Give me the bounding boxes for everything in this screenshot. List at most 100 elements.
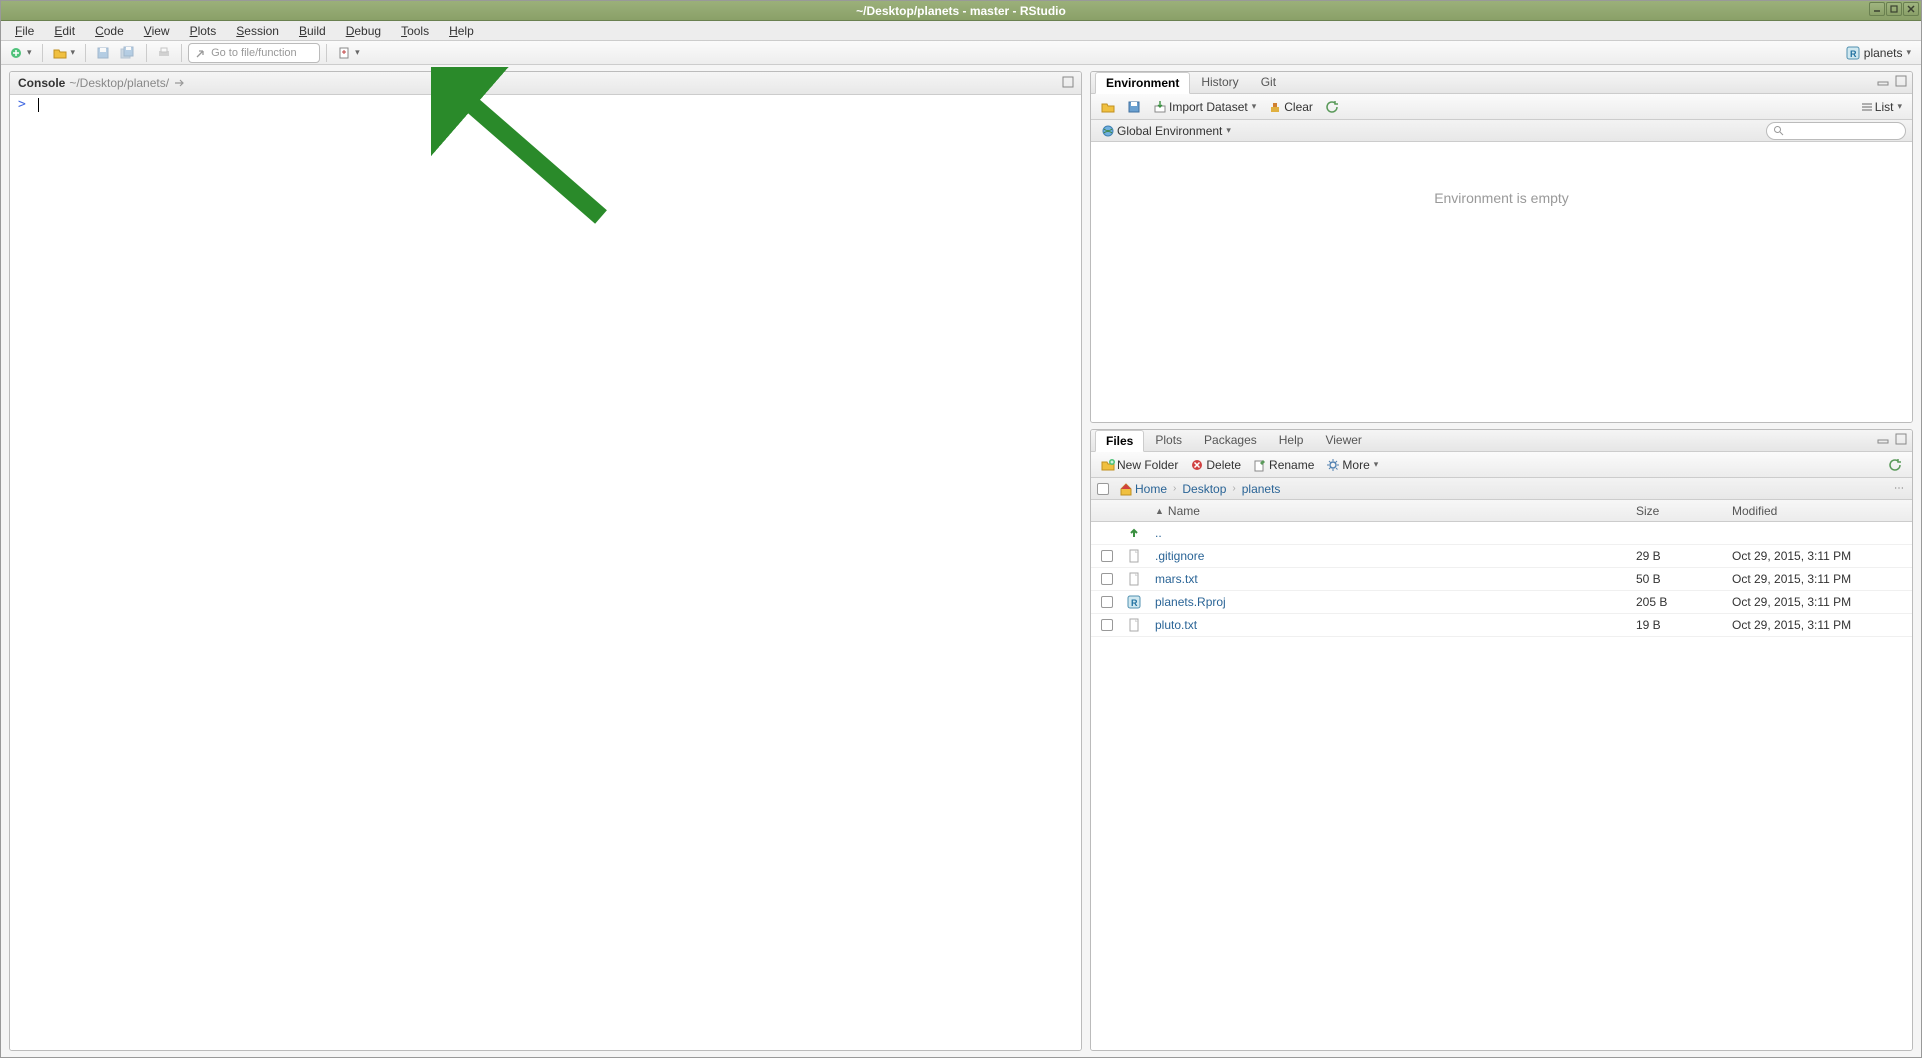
new-folder-button[interactable]: New Folder [1097,455,1182,475]
maximize-pane-icon[interactable] [1894,432,1908,446]
globe-icon [1101,124,1115,138]
import-dataset-button[interactable]: Import Dataset [1149,97,1260,117]
open-file-button[interactable] [49,43,80,63]
delete-button[interactable]: Delete [1186,455,1245,475]
menubar: File Edit Code View Plots Session Build … [1,21,1921,41]
menu-session[interactable]: Session [228,22,287,40]
rproj-icon: R [1846,46,1860,60]
file-icon [1127,618,1155,632]
file-checkbox[interactable] [1101,619,1113,631]
window-title: ~/Desktop/planets - master - RStudio [856,4,1066,18]
tab-environment[interactable]: Environment [1095,72,1190,94]
file-name[interactable]: pluto.txt [1155,618,1197,632]
minimize-button[interactable] [1869,2,1885,16]
menu-file[interactable]: File [7,22,42,40]
goto-file-placeholder: Go to file/function [211,47,297,59]
goto-arrow-icon [195,47,207,59]
file-size: 29 B [1636,549,1732,563]
maximize-button[interactable] [1886,2,1902,16]
file-row[interactable]: pluto.txt19 BOct 29, 2015, 3:11 PM [1091,614,1912,637]
separator [42,44,43,62]
addins-button[interactable] [333,43,364,63]
home-icon[interactable] [1119,482,1133,496]
maximize-pane-icon[interactable] [1061,75,1075,89]
breadcrumb-desktop[interactable]: Desktop [1182,482,1226,496]
refresh-files-button[interactable] [1884,455,1906,475]
tab-history[interactable]: History [1190,71,1249,93]
separator [146,44,147,62]
file-checkbox[interactable] [1101,573,1113,585]
close-button[interactable] [1903,2,1919,16]
load-workspace-button[interactable] [1097,97,1119,117]
rename-button[interactable]: Rename [1249,455,1318,475]
tab-packages[interactable]: Packages [1193,429,1268,451]
tab-git[interactable]: Git [1250,71,1287,93]
tab-files[interactable]: Files [1095,430,1144,452]
list-view-button[interactable]: List [1857,97,1906,117]
separator [326,44,327,62]
project-name: planets [1864,46,1903,60]
env-search-input[interactable] [1766,122,1906,140]
clear-button[interactable]: Clear [1264,97,1317,117]
file-modified: Oct 29, 2015, 3:11 PM [1732,549,1912,563]
goto-file-input[interactable]: Go to file/function [188,43,320,63]
file-modified: Oct 29, 2015, 3:11 PM [1732,595,1912,609]
scope-selector[interactable]: Global Environment [1097,121,1235,141]
main-toolbar: Go to file/function R planets ▾ [1,41,1921,65]
file-size: 50 B [1636,572,1732,586]
tab-help[interactable]: Help [1268,429,1315,451]
file-icon: R [1127,595,1155,609]
col-size[interactable]: Size [1636,504,1732,518]
files-panel: Files Plots Packages Help Viewer New Fol… [1090,429,1913,1051]
tab-plots[interactable]: Plots [1144,429,1193,451]
file-row[interactable]: .gitignore 29 BOct 29, 2015, 3:11 PM [1091,545,1912,568]
maximize-pane-icon[interactable] [1894,74,1908,88]
menu-build[interactable]: Build [291,22,334,40]
menu-edit[interactable]: Edit [46,22,83,40]
separator [181,44,182,62]
minimize-pane-icon[interactable] [1876,432,1890,446]
col-modified[interactable]: Modified [1732,504,1912,518]
file-icon [1127,572,1155,586]
menu-tools[interactable]: Tools [393,22,437,40]
save-workspace-button[interactable] [1123,97,1145,117]
file-checkbox[interactable] [1101,596,1113,608]
file-row-up[interactable]: .. [1091,522,1912,545]
file-size: 19 B [1636,618,1732,632]
new-file-button[interactable] [5,43,36,63]
file-icon [1127,549,1155,563]
col-name[interactable]: Name [1168,504,1200,518]
breadcrumb-more-icon[interactable]: ⋯ [1892,482,1906,496]
file-name[interactable]: planets.Rproj [1155,595,1226,609]
env-empty-text: Environment is empty [1091,190,1912,206]
tab-viewer[interactable]: Viewer [1314,429,1372,451]
console-path-arrow-icon[interactable] [173,77,187,89]
save-all-button[interactable] [116,43,140,63]
menu-view[interactable]: View [136,22,178,40]
svg-text:R: R [1850,49,1857,59]
refresh-env-button[interactable] [1321,97,1343,117]
sort-arrow-icon[interactable]: ▲ [1155,506,1164,516]
file-checkbox[interactable] [1101,550,1113,562]
file-name[interactable]: mars.txt [1155,572,1198,586]
minimize-pane-icon[interactable] [1876,74,1890,88]
console-prompt: > [18,97,26,112]
menu-help[interactable]: Help [441,22,482,40]
print-button[interactable] [153,43,175,63]
select-all-checkbox[interactable] [1097,483,1109,495]
more-button[interactable]: More [1322,455,1382,475]
up-folder-icon [1127,526,1141,540]
menu-plots[interactable]: Plots [182,22,225,40]
save-button[interactable] [92,43,114,63]
file-name[interactable]: .gitignore [1155,549,1204,563]
console-tab[interactable]: Console [18,76,65,90]
breadcrumb-home[interactable]: Home [1135,482,1167,496]
project-switcher[interactable]: R planets ▾ [1840,44,1917,62]
gear-icon [1326,458,1340,472]
menu-debug[interactable]: Debug [338,22,389,40]
breadcrumb-planets[interactable]: planets [1242,482,1281,496]
menu-code[interactable]: Code [87,22,132,40]
console-body[interactable]: > [10,95,1081,1050]
file-row[interactable]: mars.txt50 BOct 29, 2015, 3:11 PM [1091,568,1912,591]
file-row[interactable]: Rplanets.Rproj205 BOct 29, 2015, 3:11 PM [1091,591,1912,614]
